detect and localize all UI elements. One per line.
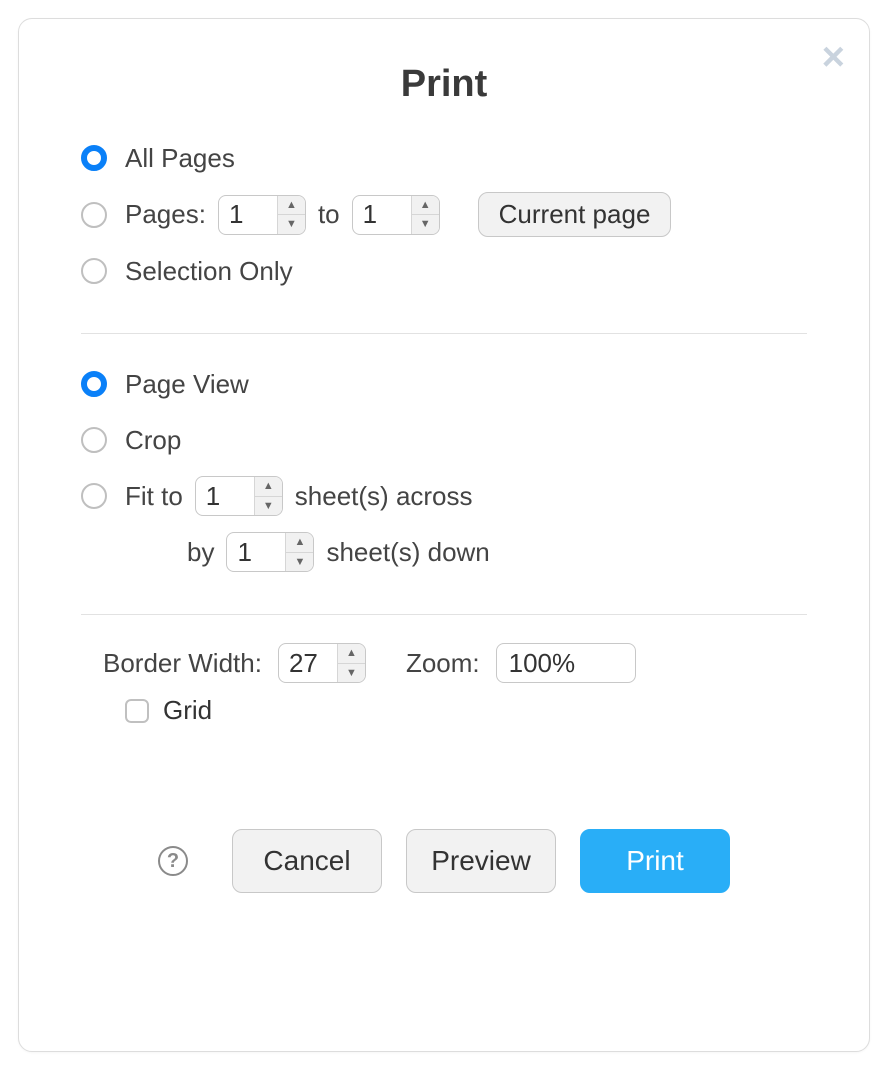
label-grid[interactable]: Grid [163,695,212,726]
range-row-all-pages: All Pages [81,136,807,180]
settings-row-grid: Grid [125,695,807,726]
pages-to-stepper[interactable]: 1 ▲ ▼ [352,195,440,235]
label-crop[interactable]: Crop [125,425,181,456]
stepper-buttons: ▲ ▼ [277,196,305,234]
step-up-icon[interactable]: ▲ [278,196,305,216]
help-icon[interactable]: ? [158,846,188,876]
radio-fit-to[interactable] [81,483,107,509]
step-up-icon[interactable]: ▲ [255,477,282,497]
label-to: to [318,199,340,230]
range-section: All Pages Pages: 1 ▲ ▼ to 1 ▲ ▼ [81,136,807,333]
radio-pages[interactable] [81,202,107,228]
close-icon[interactable]: × [822,37,845,77]
step-up-icon[interactable]: ▲ [338,644,365,664]
border-width-value: 27 [279,644,337,682]
label-selection-only[interactable]: Selection Only [125,256,293,287]
step-down-icon[interactable]: ▼ [412,215,439,234]
fit-across-value: 1 [196,477,254,515]
step-down-icon[interactable]: ▼ [255,497,282,516]
view-row-fit-to: Fit to 1 ▲ ▼ sheet(s) across [81,474,807,518]
radio-all-pages[interactable] [81,145,107,171]
current-page-button[interactable]: Current page [478,192,672,237]
label-page-view[interactable]: Page View [125,369,249,400]
dialog-footer: ? Cancel Preview Print [19,829,869,893]
border-width-stepper[interactable]: 27 ▲ ▼ [278,643,366,683]
dialog-title: Print [81,63,807,106]
divider [81,614,807,615]
pages-from-stepper[interactable]: 1 ▲ ▼ [218,195,306,235]
settings-section: Border Width: 27 ▲ ▼ Zoom: 100% Grid [81,643,807,754]
step-down-icon[interactable]: ▼ [338,664,365,683]
fit-across-stepper[interactable]: 1 ▲ ▼ [195,476,283,516]
pages-from-value: 1 [219,196,277,234]
view-row-page-view: Page View [81,362,807,406]
zoom-value: 100% [509,648,576,679]
print-button[interactable]: Print [580,829,730,893]
settings-row-border-zoom: Border Width: 27 ▲ ▼ Zoom: 100% [103,643,807,683]
step-up-icon[interactable]: ▲ [286,533,313,553]
radio-crop[interactable] [81,427,107,453]
label-border-width: Border Width: [103,648,262,679]
print-dialog: × Print All Pages Pages: 1 ▲ ▼ to 1 ▲ [18,18,870,1052]
label-sheets-across: sheet(s) across [295,481,473,512]
view-row-fit-by: by 1 ▲ ▼ sheet(s) down [187,530,807,574]
step-down-icon[interactable]: ▼ [278,215,305,234]
stepper-buttons: ▲ ▼ [285,533,313,571]
radio-selection-only[interactable] [81,258,107,284]
range-row-pages: Pages: 1 ▲ ▼ to 1 ▲ ▼ Current page [81,192,807,237]
cancel-button[interactable]: Cancel [232,829,382,893]
pages-to-value: 1 [353,196,411,234]
grid-checkbox[interactable] [125,699,149,723]
view-section: Page View Crop Fit to 1 ▲ ▼ sheet(s) acr… [81,362,807,614]
preview-button[interactable]: Preview [406,829,556,893]
step-down-icon[interactable]: ▼ [286,553,313,572]
label-fit-to[interactable]: Fit to [125,481,183,512]
range-row-selection-only: Selection Only [81,249,807,293]
label-sheets-down: sheet(s) down [326,537,489,568]
label-fit-by: by [187,537,214,568]
divider [81,333,807,334]
radio-page-view[interactable] [81,371,107,397]
label-all-pages[interactable]: All Pages [125,143,235,174]
label-zoom: Zoom: [406,648,480,679]
stepper-buttons: ▲ ▼ [411,196,439,234]
zoom-input[interactable]: 100% [496,643,636,683]
fit-down-value: 1 [227,533,285,571]
view-row-crop: Crop [81,418,807,462]
label-pages[interactable]: Pages: [125,199,206,230]
step-up-icon[interactable]: ▲ [412,196,439,216]
fit-down-stepper[interactable]: 1 ▲ ▼ [226,532,314,572]
stepper-buttons: ▲ ▼ [337,644,365,682]
stepper-buttons: ▲ ▼ [254,477,282,515]
